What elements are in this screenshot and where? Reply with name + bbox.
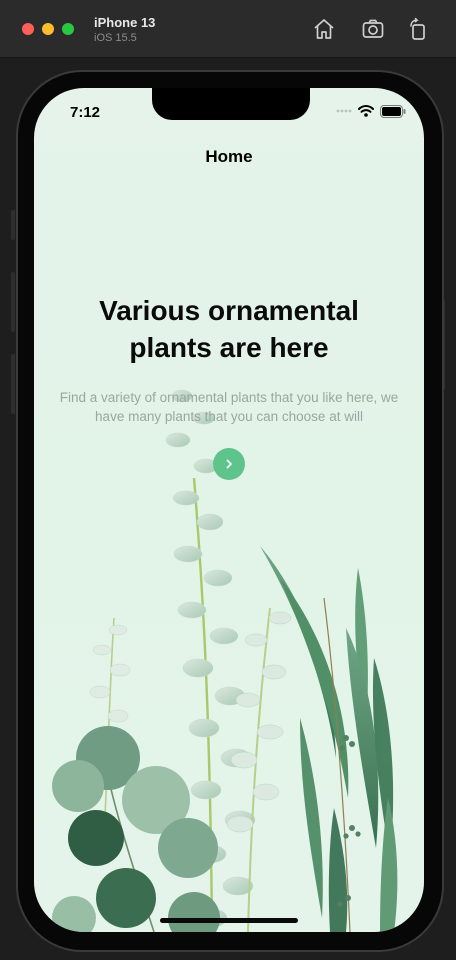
chevron-right-icon: [226, 459, 232, 469]
battery-icon: [380, 104, 406, 118]
rotate-icon[interactable]: [406, 17, 430, 41]
screenshot-icon[interactable]: [361, 17, 385, 41]
hero-subtitle: Find a variety of ornamental plants that…: [59, 390, 399, 424]
zoom-window-button[interactable]: [62, 23, 74, 35]
volume-down-button: [11, 354, 15, 414]
os-version: iOS 15.5: [94, 32, 137, 44]
close-window-button[interactable]: [22, 23, 34, 35]
notch: [152, 88, 310, 120]
wifi-icon: [358, 105, 374, 117]
nav-title: Home: [205, 147, 253, 166]
home-indicator[interactable]: [160, 918, 298, 923]
status-time: 7:12: [70, 104, 101, 121]
simulator-titlebar: iPhone 13 iOS 15.5: [0, 0, 456, 58]
next-button[interactable]: [213, 448, 245, 480]
status-icons: [336, 104, 406, 118]
mute-switch: [11, 210, 15, 240]
minimize-window-button[interactable]: [42, 23, 54, 35]
hero-headline: Various ornamental plants are here: [99, 295, 359, 363]
signal-icon: [336, 109, 352, 113]
volume-up-button: [11, 272, 15, 332]
device-name: iPhone 13: [94, 15, 156, 30]
home-icon[interactable]: [312, 17, 336, 41]
app-screen: 7:12 Home Various ornamental plants are …: [34, 88, 424, 932]
